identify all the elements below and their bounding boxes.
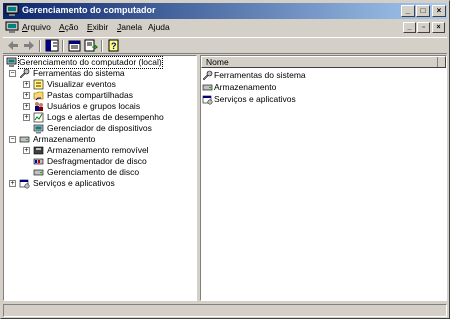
export-list-icon[interactable] — [84, 39, 98, 52]
toolbar-separator — [39, 40, 41, 52]
toolbar-separator — [62, 40, 64, 52]
tree-item-label: Usuários e grupos locais — [47, 101, 141, 111]
tree-pane[interactable]: Gerenciamento do computador (local) − Fe… — [3, 55, 197, 301]
list-item-label: Ferramentas do sistema — [214, 70, 306, 80]
close-button[interactable]: × — [432, 5, 446, 17]
performance-logs-icon — [33, 112, 44, 123]
storage-icon — [202, 84, 213, 91]
menu-janela[interactable]: Janela — [117, 22, 142, 32]
menu-bar: Arquivo Ação Exibir Janela Ajuda _ ▫ × — [3, 20, 447, 36]
tree-item-device-manager[interactable]: Gerenciador de dispositivos — [5, 123, 195, 134]
event-viewer-icon — [33, 79, 44, 90]
details-pane[interactable]: Nome Ferramentas do sistema Armazenament… — [200, 55, 447, 301]
show-hide-tree-icon[interactable] — [45, 39, 59, 52]
disk-management-icon — [33, 169, 44, 176]
console-icon[interactable] — [5, 21, 19, 34]
app-window: Gerenciamento do computador _ □ × Arquiv… — [0, 0, 450, 319]
tree-item-removable-storage[interactable]: + Armazenamento removível — [5, 145, 195, 156]
removable-storage-icon — [33, 146, 44, 155]
expand-toggle[interactable]: + — [23, 103, 30, 110]
toolbar-separator — [101, 40, 103, 52]
svg-text:?: ? — [111, 41, 117, 51]
collapse-toggle[interactable]: − — [9, 136, 16, 143]
tree-item-defrag[interactable]: Desfragmentador de disco — [5, 156, 195, 167]
column-header-name[interactable]: Nome — [201, 56, 446, 68]
list-item-label: Serviços e aplicativos — [214, 94, 296, 104]
tree-item-label: Ferramentas do sistema — [33, 68, 125, 78]
list-item-label: Armazenamento — [214, 82, 277, 92]
tree-item-perf-logs[interactable]: + Logs e alertas de desempenho — [5, 112, 195, 123]
tree-item-label: Logs e alertas de desempenho — [47, 112, 164, 122]
expand-toggle[interactable]: + — [23, 81, 30, 88]
tree-item-label: Pastas compartilhadas — [47, 90, 133, 100]
defragmenter-icon — [33, 158, 44, 165]
toolbar: ? — [3, 37, 447, 54]
forward-arrow-icon[interactable] — [22, 39, 36, 52]
device-manager-icon — [33, 124, 44, 134]
collapse-toggle[interactable]: − — [9, 70, 16, 77]
child-restore-button[interactable]: ▫ — [417, 22, 430, 33]
tree-item-label: Gerenciador de dispositivos — [47, 123, 152, 133]
tree-item-label: Visualizar eventos — [47, 79, 116, 89]
menu-exibir[interactable]: Exibir — [87, 22, 108, 32]
tree-item-event-viewer[interactable]: + Visualizar eventos — [5, 79, 195, 90]
title-bar[interactable]: Gerenciamento do computador _ □ × — [3, 3, 447, 19]
tree-item-label: Desfragmentador de disco — [47, 156, 147, 166]
tools-icon — [19, 68, 30, 79]
menu-ajuda[interactable]: Ajuda — [148, 22, 170, 32]
menu-arquivo[interactable]: Arquivo — [22, 22, 51, 32]
tree-item-root[interactable]: Gerenciamento do computador (local) — [5, 56, 163, 69]
users-icon — [35, 102, 43, 111]
expand-toggle[interactable]: + — [23, 92, 30, 99]
back-arrow-icon[interactable] — [6, 39, 20, 52]
status-bar — [3, 303, 447, 317]
computer-management-icon — [5, 4, 19, 16]
child-close-button[interactable]: × — [432, 22, 445, 33]
expand-toggle[interactable]: + — [23, 147, 30, 154]
shared-folder-icon — [33, 91, 44, 101]
tree-item-label: Armazenamento — [33, 134, 96, 144]
expand-toggle[interactable]: + — [9, 180, 16, 187]
maximize-button[interactable]: □ — [416, 5, 430, 17]
tree-item-services-apps[interactable]: + Serviços e aplicativos — [5, 178, 195, 189]
tree-item-label: Armazenamento removível — [47, 145, 149, 155]
computer-icon — [6, 57, 17, 67]
column-header-label: Nome — [206, 57, 229, 67]
tree-item-disk-management[interactable]: Gerenciamento de disco — [5, 167, 195, 178]
tree-item-label: Gerenciamento de disco — [47, 167, 140, 177]
child-minimize-button[interactable]: _ — [403, 22, 416, 33]
tree-item-shared-folders[interactable]: + Pastas compartilhadas — [5, 90, 195, 101]
minimize-button[interactable]: _ — [401, 5, 415, 17]
expand-toggle[interactable]: + — [23, 114, 30, 121]
tree-item-label: Gerenciamento do computador (local) — [18, 56, 163, 69]
help-icon[interactable]: ? — [107, 39, 121, 52]
services-apps-icon — [202, 95, 213, 105]
status-cell — [3, 304, 447, 317]
tree-item-storage[interactable]: − Armazenamento — [5, 134, 195, 145]
window-title: Gerenciamento do computador — [22, 5, 156, 15]
menu-acao[interactable]: Ação — [59, 22, 78, 32]
properties-icon[interactable] — [68, 39, 82, 52]
storage-icon — [19, 136, 30, 143]
tree-item-local-users[interactable]: + Usuários e grupos locais — [5, 101, 195, 112]
tree-item-system-tools[interactable]: − Ferramentas do sistema — [5, 68, 195, 79]
tree-item-label: Serviços e aplicativos — [33, 178, 115, 188]
tools-icon — [202, 70, 213, 81]
services-apps-icon — [19, 179, 30, 189]
